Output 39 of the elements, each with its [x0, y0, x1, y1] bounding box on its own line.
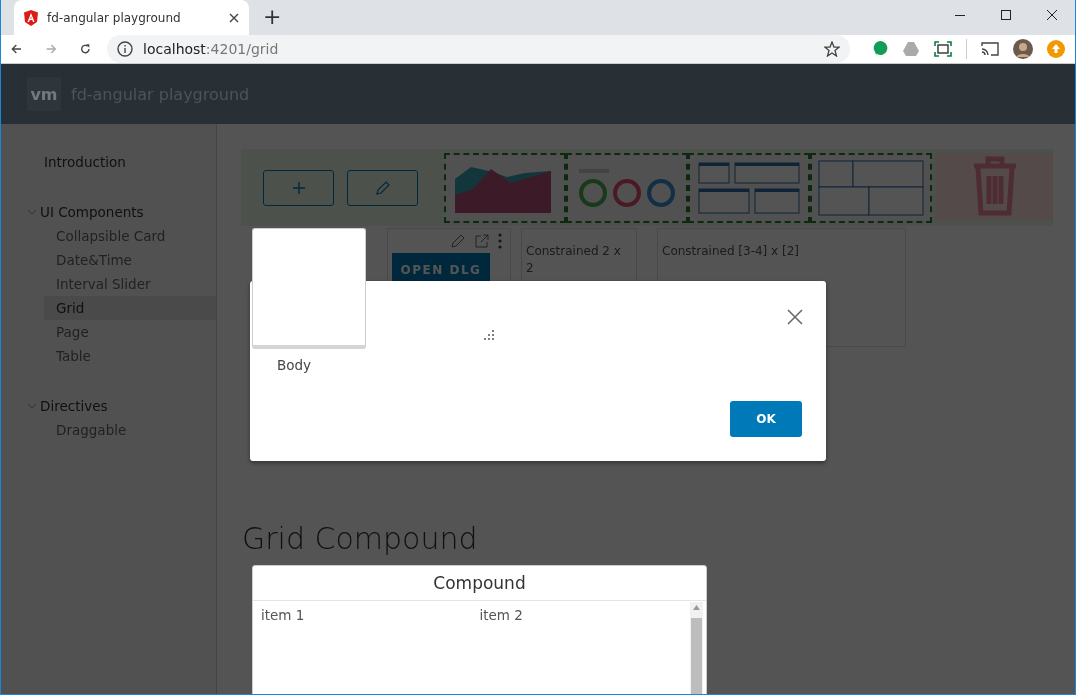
close-icon[interactable]	[229, 12, 239, 23]
section-heading: Grid Compound	[242, 520, 479, 558]
external-link-icon[interactable]	[474, 233, 490, 249]
cast-icon[interactable]	[981, 42, 999, 56]
screenshot-icon[interactable]	[934, 41, 952, 57]
close-icon[interactable]	[786, 308, 804, 326]
avatar-icon[interactable]	[1013, 39, 1033, 59]
dialog-body: Body	[277, 357, 312, 373]
sidebar-item[interactable]: Grid	[44, 296, 216, 320]
chevron-icon[interactable]	[27, 207, 37, 217]
sidebar-item[interactable]: Introduction	[44, 150, 216, 174]
card-item: item 1	[261, 607, 306, 623]
resize-grip-icon[interactable]	[483, 329, 495, 341]
add-button[interactable]	[263, 169, 334, 206]
logo: vm	[27, 77, 61, 111]
address-bar[interactable]: localhost:4201/grid	[107, 35, 850, 63]
pencil-icon	[374, 179, 391, 196]
chevron-icon[interactable]	[27, 401, 37, 411]
scrollbar[interactable]	[690, 602, 703, 694]
plus-icon	[291, 180, 306, 195]
scroll-up-icon[interactable]	[693, 605, 700, 610]
dragged-tile[interactable]	[252, 228, 366, 349]
card-title: Compound	[253, 566, 706, 601]
kebab-icon[interactable]	[498, 233, 502, 249]
upgrade-icon[interactable]	[1047, 40, 1065, 58]
sidebar-group[interactable]: UI Components	[40, 204, 144, 220]
tile-label: Constrained 2 x 2	[526, 243, 622, 277]
tab-title: fd-angular playground	[47, 10, 182, 25]
edit-button[interactable]	[347, 169, 418, 206]
shield-icon	[24, 9, 38, 26]
card-item: item 2	[479, 607, 524, 623]
info-icon[interactable]	[117, 41, 133, 57]
new-tab-button[interactable]: +	[263, 4, 282, 29]
pencil-icon[interactable]	[450, 233, 466, 249]
ok-button[interactable]: OK	[730, 401, 802, 437]
sidebar-group[interactable]: Directives	[40, 398, 108, 414]
star-icon[interactable]	[824, 41, 840, 57]
tile-label: Constrained [3-4] x [2]	[662, 243, 800, 260]
browser-tab[interactable]: fd-angular playground	[14, 0, 249, 35]
